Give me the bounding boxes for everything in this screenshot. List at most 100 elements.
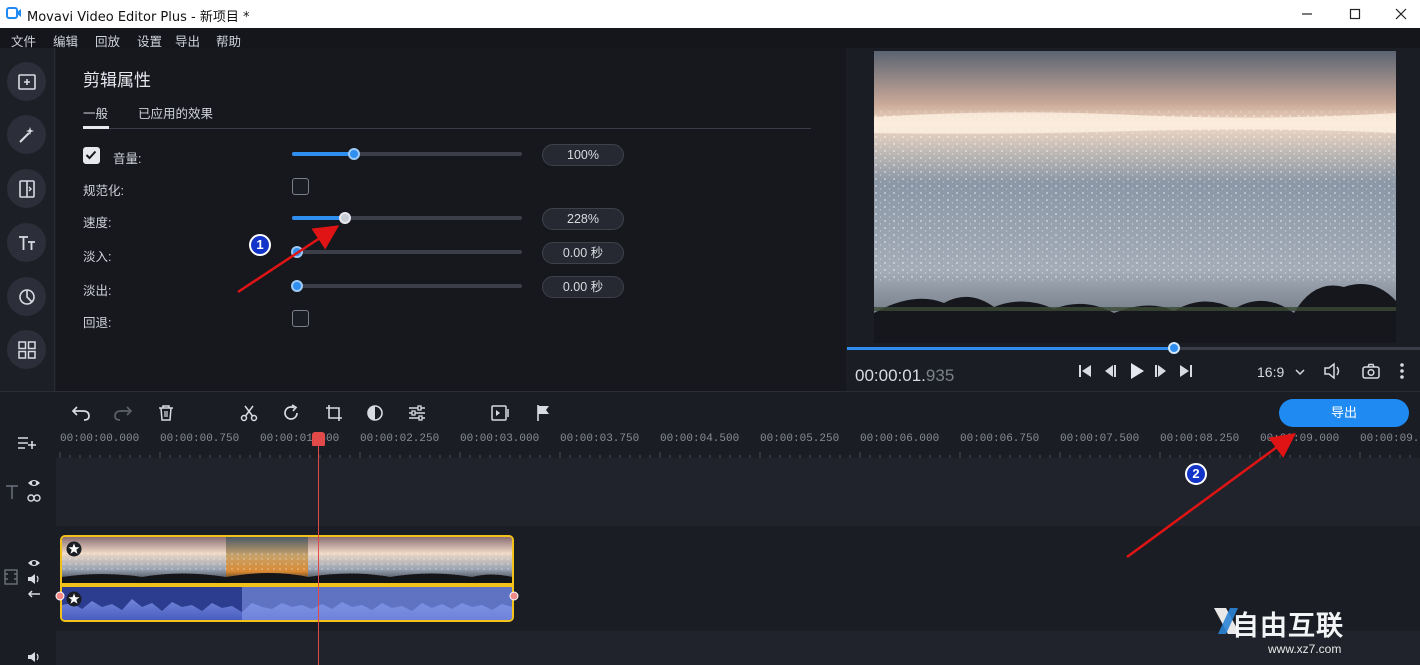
close-button[interactable] bbox=[1378, 0, 1420, 28]
volume-checkbox[interactable] bbox=[83, 147, 100, 164]
transitions-button[interactable] bbox=[7, 169, 46, 208]
speed-slider-fill bbox=[292, 216, 345, 220]
speed-label: 速度: bbox=[83, 216, 112, 230]
voiceover-icon bbox=[491, 405, 509, 421]
panel-heading: 剪辑属性 bbox=[83, 71, 151, 90]
maximize-icon bbox=[1349, 8, 1361, 20]
next-frame-icon[interactable] bbox=[1154, 364, 1168, 378]
import-button[interactable] bbox=[7, 62, 46, 101]
fireworks-frame bbox=[874, 51, 1396, 343]
window-title: Movavi Video Editor Plus - 新项目 * bbox=[27, 10, 250, 25]
app-logo-icon bbox=[6, 7, 21, 19]
speed-value[interactable]: 228% bbox=[542, 208, 624, 230]
ruler-tick: 00:00:09.000 bbox=[1260, 433, 1340, 445]
video-track-icon bbox=[4, 569, 18, 585]
add-marker-button[interactable] bbox=[532, 402, 554, 424]
crop-button[interactable] bbox=[323, 402, 345, 424]
ruler-tick: 00:00:00.750 bbox=[160, 433, 240, 445]
color-adjust-button[interactable] bbox=[364, 402, 386, 424]
ruler-tick: 00:00:09.750 bbox=[1360, 433, 1420, 445]
speaker-icon[interactable] bbox=[27, 573, 41, 585]
aspect-ratio-select[interactable]: 16:9 bbox=[1257, 364, 1284, 380]
fade-in-label: 淡入: bbox=[83, 250, 112, 264]
rotate-button[interactable] bbox=[280, 402, 302, 424]
chevron-down-icon[interactable] bbox=[1295, 368, 1305, 376]
undo-button[interactable] bbox=[70, 402, 92, 424]
more-tools-button[interactable] bbox=[7, 330, 46, 369]
speed-slider-knob[interactable] bbox=[338, 212, 351, 224]
filters-button[interactable] bbox=[7, 277, 46, 316]
snapshot-icon[interactable] bbox=[1362, 363, 1380, 379]
close-icon bbox=[1395, 8, 1407, 20]
title-track[interactable] bbox=[56, 458, 1420, 526]
transitions-icon bbox=[18, 179, 35, 198]
playback-progress-knob[interactable] bbox=[1167, 342, 1180, 354]
video-preview[interactable] bbox=[874, 51, 1396, 343]
minimize-icon bbox=[1302, 13, 1312, 15]
export-button[interactable]: 导出 bbox=[1279, 399, 1409, 427]
volume-icon[interactable] bbox=[1323, 362, 1345, 380]
reverse-label: 回退: bbox=[83, 316, 112, 330]
cut-button[interactable] bbox=[238, 402, 260, 424]
clip-trim-handle-left-icon[interactable] bbox=[55, 591, 65, 601]
watermark-text: 自由互联 bbox=[1232, 611, 1344, 642]
checkmark-icon bbox=[85, 150, 97, 160]
normalize-checkbox[interactable] bbox=[292, 178, 309, 195]
magic-wand-icon bbox=[18, 126, 34, 143]
skip-to-start-icon[interactable] bbox=[1078, 364, 1092, 378]
skip-to-end-icon[interactable] bbox=[1179, 364, 1193, 378]
clip-settings-button[interactable] bbox=[406, 402, 428, 424]
tab-applied-effects[interactable]: 已应用的效果 bbox=[138, 103, 213, 122]
speaker-icon[interactable] bbox=[27, 651, 41, 663]
fade-out-slider[interactable] bbox=[290, 280, 522, 292]
preview-player: 00:00:01.935 16:9 bbox=[847, 48, 1420, 391]
fade-in-slider-knob[interactable] bbox=[290, 246, 303, 258]
reverse-checkbox[interactable] bbox=[292, 310, 309, 327]
fade-out-slider-knob[interactable] bbox=[290, 280, 303, 292]
eye-icon[interactable] bbox=[27, 558, 41, 568]
import-icon bbox=[17, 73, 36, 90]
previous-frame-icon[interactable] bbox=[1103, 364, 1117, 378]
detach-audio-icon[interactable] bbox=[27, 589, 41, 599]
title-bar: Movavi Video Editor Plus - 新项目 * bbox=[0, 0, 1420, 28]
effects-button[interactable] bbox=[7, 115, 46, 154]
titles-button[interactable] bbox=[7, 223, 46, 262]
tab-active-indicator bbox=[83, 126, 109, 129]
more-tools-icon bbox=[17, 340, 36, 359]
playhead-handle[interactable] bbox=[312, 432, 325, 446]
delete-button[interactable] bbox=[155, 402, 177, 424]
tab-divider bbox=[83, 128, 811, 129]
play-icon[interactable] bbox=[1128, 362, 1146, 380]
annotation-marker-1: 1 bbox=[249, 234, 271, 256]
fade-in-value[interactable]: 0.00 秒 bbox=[542, 242, 624, 264]
add-track-icon[interactable] bbox=[17, 435, 37, 451]
crop-icon bbox=[326, 405, 342, 421]
fade-in-slider[interactable] bbox=[290, 246, 522, 258]
volume-slider-knob[interactable] bbox=[348, 148, 361, 160]
title-track-header bbox=[0, 458, 55, 526]
record-voice-button[interactable] bbox=[490, 402, 512, 424]
video-track-header bbox=[0, 527, 55, 630]
clip-trim-handle-right-icon[interactable] bbox=[509, 591, 519, 601]
rotate-icon bbox=[284, 404, 298, 420]
minimize-button[interactable] bbox=[1284, 0, 1330, 28]
fade-out-label: 淡出: bbox=[83, 284, 112, 298]
maximize-button[interactable] bbox=[1332, 0, 1378, 28]
fade-out-value[interactable]: 0.00 秒 bbox=[542, 276, 624, 298]
link-icon[interactable] bbox=[27, 493, 41, 503]
timeline-toolbar bbox=[0, 391, 1420, 431]
volume-value[interactable]: 100% bbox=[542, 144, 624, 166]
playhead-line bbox=[318, 445, 319, 665]
volume-slider[interactable] bbox=[292, 148, 522, 160]
redo-button[interactable] bbox=[112, 402, 134, 424]
eye-icon[interactable] bbox=[27, 478, 41, 488]
title-track-icon bbox=[6, 485, 18, 499]
more-options-icon[interactable] bbox=[1399, 362, 1405, 380]
clip-properties-panel: 剪辑属性 一般 已应用的效果 音量: 100% 规范化: 速度: 228% 淡入… bbox=[56, 48, 846, 391]
video-clip[interactable] bbox=[60, 535, 514, 622]
tab-general[interactable]: 一般 bbox=[83, 103, 108, 122]
timeline-ruler[interactable]: 00:00:00.000 00:00:00.750 00:00:01.500 0… bbox=[0, 431, 1420, 458]
titles-icon bbox=[18, 235, 35, 250]
playback-progress[interactable] bbox=[847, 342, 1420, 354]
speed-slider[interactable] bbox=[292, 212, 522, 224]
